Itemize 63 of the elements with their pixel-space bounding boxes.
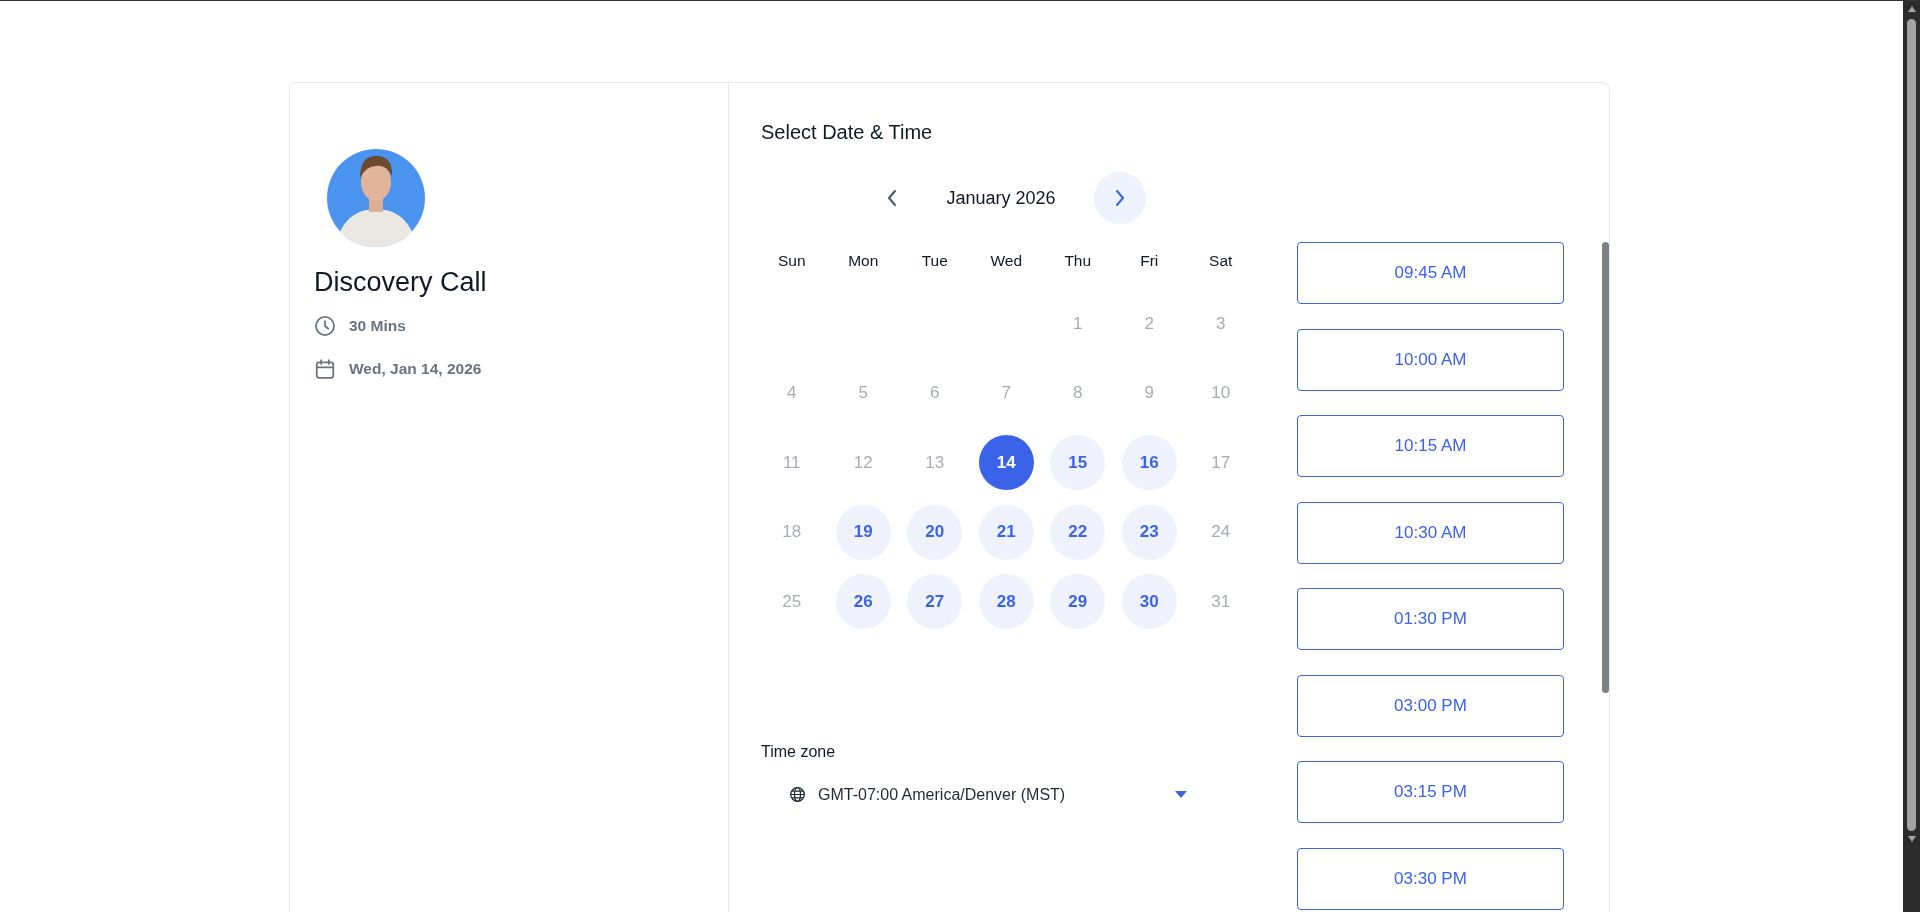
weekday-label: Mon — [848, 251, 879, 271]
available-day[interactable]: 21 — [978, 504, 1034, 560]
weekday-label: Tue — [921, 251, 948, 271]
page-scrollbar[interactable] — [1903, 1, 1920, 912]
clock-icon — [314, 315, 336, 337]
event-date: Wed, Jan 14, 2026 — [349, 360, 482, 378]
calendar-icon — [314, 358, 336, 380]
available-day[interactable]: 26 — [835, 574, 891, 630]
unavailable-day: 18 — [764, 504, 820, 560]
unavailable-day: 31 — [1193, 574, 1249, 630]
scroll-down-icon[interactable] — [1906, 835, 1917, 843]
weekday-label: Thu — [1064, 251, 1092, 271]
available-day[interactable]: 22 — [1050, 504, 1106, 560]
time-slot-button[interactable]: 10:30 AM — [1297, 501, 1564, 564]
time-slot-button[interactable]: 10:00 AM — [1297, 328, 1564, 391]
weekday-label: Sun — [777, 251, 806, 271]
weekday-label: Wed — [990, 251, 1023, 271]
unavailable-day: 11 — [764, 435, 820, 491]
unavailable-day: 2 — [1121, 296, 1177, 352]
month-title: January 2026 — [946, 187, 1056, 209]
time-slot-button[interactable]: 03:15 PM — [1297, 761, 1564, 823]
scrollbar-thumb[interactable] — [1602, 242, 1609, 693]
unavailable-day: 13 — [907, 435, 963, 491]
available-day[interactable]: 15 — [1050, 435, 1106, 491]
unavailable-day: 7 — [978, 365, 1034, 421]
selected-day[interactable]: 14 — [978, 435, 1034, 491]
event-duration: 30 Mins — [349, 317, 406, 335]
available-day[interactable]: 28 — [978, 574, 1034, 630]
unavailable-day: 6 — [907, 365, 963, 421]
available-day[interactable]: 19 — [835, 504, 891, 560]
caret-icon — [1175, 791, 1187, 798]
available-day[interactable]: 30 — [1121, 574, 1177, 630]
unavailable-day: 10 — [1193, 365, 1249, 421]
time-slot-button[interactable]: 03:00 PM — [1297, 674, 1564, 737]
available-day[interactable]: 23 — [1121, 504, 1177, 560]
unavailable-day: 12 — [835, 435, 891, 491]
unavailable-day: 25 — [764, 574, 820, 630]
time-slot-button[interactable]: 10:15 AM — [1297, 415, 1564, 477]
timezone-label: Time zone — [761, 741, 837, 762]
available-day[interactable]: 20 — [907, 504, 963, 560]
unavailable-day: 4 — [764, 365, 820, 421]
unavailable-day: 9 — [1121, 365, 1177, 421]
chevron-left-icon — [886, 188, 899, 208]
unavailable-day: 24 — [1193, 504, 1249, 560]
section-heading: Select Date & Time — [760, 120, 934, 145]
available-day[interactable]: 29 — [1050, 574, 1106, 630]
time-slot-button[interactable]: 01:30 PM — [1297, 588, 1564, 650]
weekday-label: Fri — [1140, 251, 1159, 271]
unavailable-day: 17 — [1193, 435, 1249, 491]
globe-icon — [789, 786, 806, 803]
time-slot-button[interactable]: 09:45 AM — [1297, 242, 1564, 304]
chevron-right-icon — [1113, 188, 1126, 208]
scroll-up-icon[interactable] — [1906, 5, 1917, 13]
weekday-label: Sat — [1209, 251, 1233, 271]
unavailable-day: 8 — [1050, 365, 1106, 421]
available-day[interactable]: 16 — [1121, 435, 1177, 491]
unavailable-day: 3 — [1193, 296, 1249, 352]
event-title: Discovery Call — [314, 267, 488, 298]
time-slot-button[interactable]: 03:30 PM — [1297, 847, 1564, 910]
timezone-select[interactable]: GMT-07:00 America/Denver (MST) — [769, 774, 1199, 815]
available-day[interactable]: 27 — [907, 574, 963, 630]
unavailable-day: 1 — [1050, 296, 1106, 352]
unavailable-day: 5 — [835, 365, 891, 421]
